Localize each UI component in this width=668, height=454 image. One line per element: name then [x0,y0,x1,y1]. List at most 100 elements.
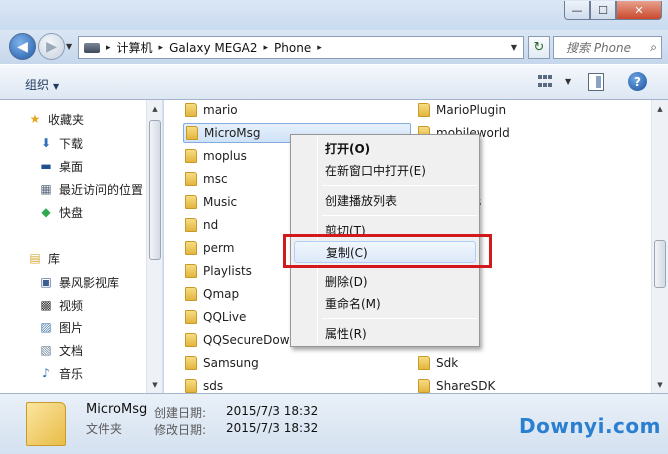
menu-item-properties[interactable]: 属性(R) [294,322,476,344]
menu-separator [322,215,477,216]
file-item[interactable]: QQSecureDow [185,330,290,350]
file-item[interactable]: Qmap [185,284,239,304]
file-item[interactable]: sds [185,376,223,393]
file-list-scrollbar[interactable]: ▲ ▼ [651,100,668,393]
file-name: MarioPlugin [436,103,507,117]
file-item[interactable]: ShareSDK [418,376,495,393]
window-controls: — ☐ ✕ [564,1,662,20]
download-folder-icon: ⬇ [40,136,52,150]
forward-button[interactable]: ▶ [38,33,65,60]
breadcrumb-separator[interactable]: ▸ [106,43,111,53]
breadcrumb-galaxy-mega2[interactable]: Galaxy MEGA2 [169,41,257,55]
sidebar-item-label: 文档 [59,343,84,358]
sidebar-item-label: 最近访问的位置 [59,182,144,197]
menu-separator [322,185,477,186]
folder-icon [418,379,430,393]
file-item[interactable]: msc [185,169,228,189]
sidebar-item-label: 暴风影视库 [59,275,120,290]
minimize-button[interactable]: — [564,1,590,20]
folder-icon [185,218,197,232]
breadcrumb-separator[interactable]: ▸ [317,43,322,53]
menu-item-create-playlist[interactable]: 创建播放列表 [294,189,476,211]
view-options-dropdown[interactable]: ▼ [565,77,571,86]
scroll-down-icon[interactable]: ▼ [652,376,668,393]
menu-item-delete[interactable]: 删除(D) [294,270,476,292]
kuaipan-icon: ◆ [41,205,51,219]
file-item[interactable]: MarioPlugin [418,100,506,120]
menu-item-rename[interactable]: 重命名(M) [294,292,476,314]
file-name: ShareSDK [436,379,496,393]
pictures-icon: ▨ [40,320,52,334]
sidebar-item-favorites[interactable]: ★ 收藏夹 [27,109,84,129]
file-name: mario [203,103,238,117]
scroll-down-icon[interactable]: ▼ [147,376,162,393]
menu-item-open-new-window[interactable]: 在新窗口中打开(E) [294,159,476,181]
sidebar-item-pictures[interactable]: ▨ 图片 [38,317,83,337]
sidebar-item-label: 收藏夹 [48,112,85,127]
search-icon[interactable]: ⌕ [650,40,657,55]
breadcrumb-separator[interactable]: ▸ [159,43,164,53]
file-name: sds [203,379,224,393]
file-item[interactable]: perm [185,238,234,258]
folder-icon [185,264,197,278]
file-item[interactable]: nd [185,215,218,235]
menu-item-open[interactable]: 打开(O) [294,137,476,159]
drive-icon [84,42,100,53]
preview-pane-icon[interactable] [588,73,604,91]
scroll-up-icon[interactable]: ▲ [147,100,162,117]
file-item[interactable]: Music [185,192,237,212]
back-button[interactable]: ◀ [9,33,36,60]
file-name: QQLive [203,310,247,324]
refresh-button[interactable]: ↻ [528,36,550,59]
navigation-pane: ★ 收藏夹 ⬇ 下载 ▬ 桌面 ▦ 最近访问的位置 ◆ 快盘 ▤ 库 ▣ 暴风影… [0,100,163,393]
recent-pages-dropdown[interactable]: ▼ [66,42,72,51]
breadcrumb-separator[interactable]: ▸ [264,43,269,53]
file-item[interactable]: mario [185,100,238,120]
file-item[interactable]: QQLive [185,307,246,327]
file-name: perm [203,241,235,255]
search-box[interactable]: ⌕ [553,36,662,59]
folder-icon [418,103,430,117]
sidebar-item-music[interactable]: ♪ 音乐 [38,363,83,383]
sidebar-scrollbar[interactable]: ▲ ▼ [146,100,162,393]
sidebar-item-label: 下载 [59,136,84,151]
file-item[interactable]: Playlists [185,261,252,281]
sidebar-item-video-library[interactable]: ▣ 暴风影视库 [38,272,119,292]
file-item[interactable]: Sdk [418,353,458,373]
maximize-button[interactable]: ☐ [590,1,616,20]
folder-icon [186,126,198,140]
video-library-icon: ▣ [40,275,52,289]
sidebar-item-documents[interactable]: ▧ 文档 [38,340,83,360]
sidebar-item-desktop[interactable]: ▬ 桌面 [38,156,83,176]
breadcrumb-computer[interactable]: 计算机 [117,39,153,56]
file-name: msc [203,172,228,186]
file-name: QQSecureDow [203,333,290,347]
change-view-icon[interactable] [538,75,554,89]
sidebar-item-kuaipan[interactable]: ◆ 快盘 [38,202,83,222]
sidebar-item-label: 库 [48,251,61,266]
organize-button[interactable]: 组织 ▼ [25,76,59,93]
search-input[interactable] [566,40,654,55]
address-bar[interactable]: ▸ 计算机 ▸ Galaxy MEGA2 ▸ Phone ▸ ▼ [78,36,524,59]
sidebar-item-recent-places[interactable]: ▦ 最近访问的位置 [38,179,143,199]
folder-icon [185,149,197,163]
scrollbar-thumb[interactable] [654,240,666,288]
highlight-annotation [283,234,492,268]
scroll-up-icon[interactable]: ▲ [652,100,668,117]
help-button[interactable]: ? [628,72,647,91]
file-name: Sdk [436,356,459,370]
sidebar-item-libraries[interactable]: ▤ 库 [27,248,60,268]
sidebar-item-videos[interactable]: ▩ 视频 [38,295,83,315]
file-name: nd [203,218,219,232]
scrollbar-thumb[interactable] [149,120,161,260]
folder-icon [185,310,197,324]
selected-item-type: 文件夹 [86,422,123,436]
file-item[interactable]: moplus [185,146,247,166]
folder-icon [185,241,197,255]
file-item[interactable]: Samsung [185,353,259,373]
sidebar-item-downloads[interactable]: ⬇ 下载 [38,133,83,153]
close-button[interactable]: ✕ [616,1,662,20]
sidebar-item-label: 快盘 [59,205,84,220]
breadcrumb-phone[interactable]: Phone [274,41,311,55]
address-dropdown-icon[interactable]: ▼ [505,37,523,58]
